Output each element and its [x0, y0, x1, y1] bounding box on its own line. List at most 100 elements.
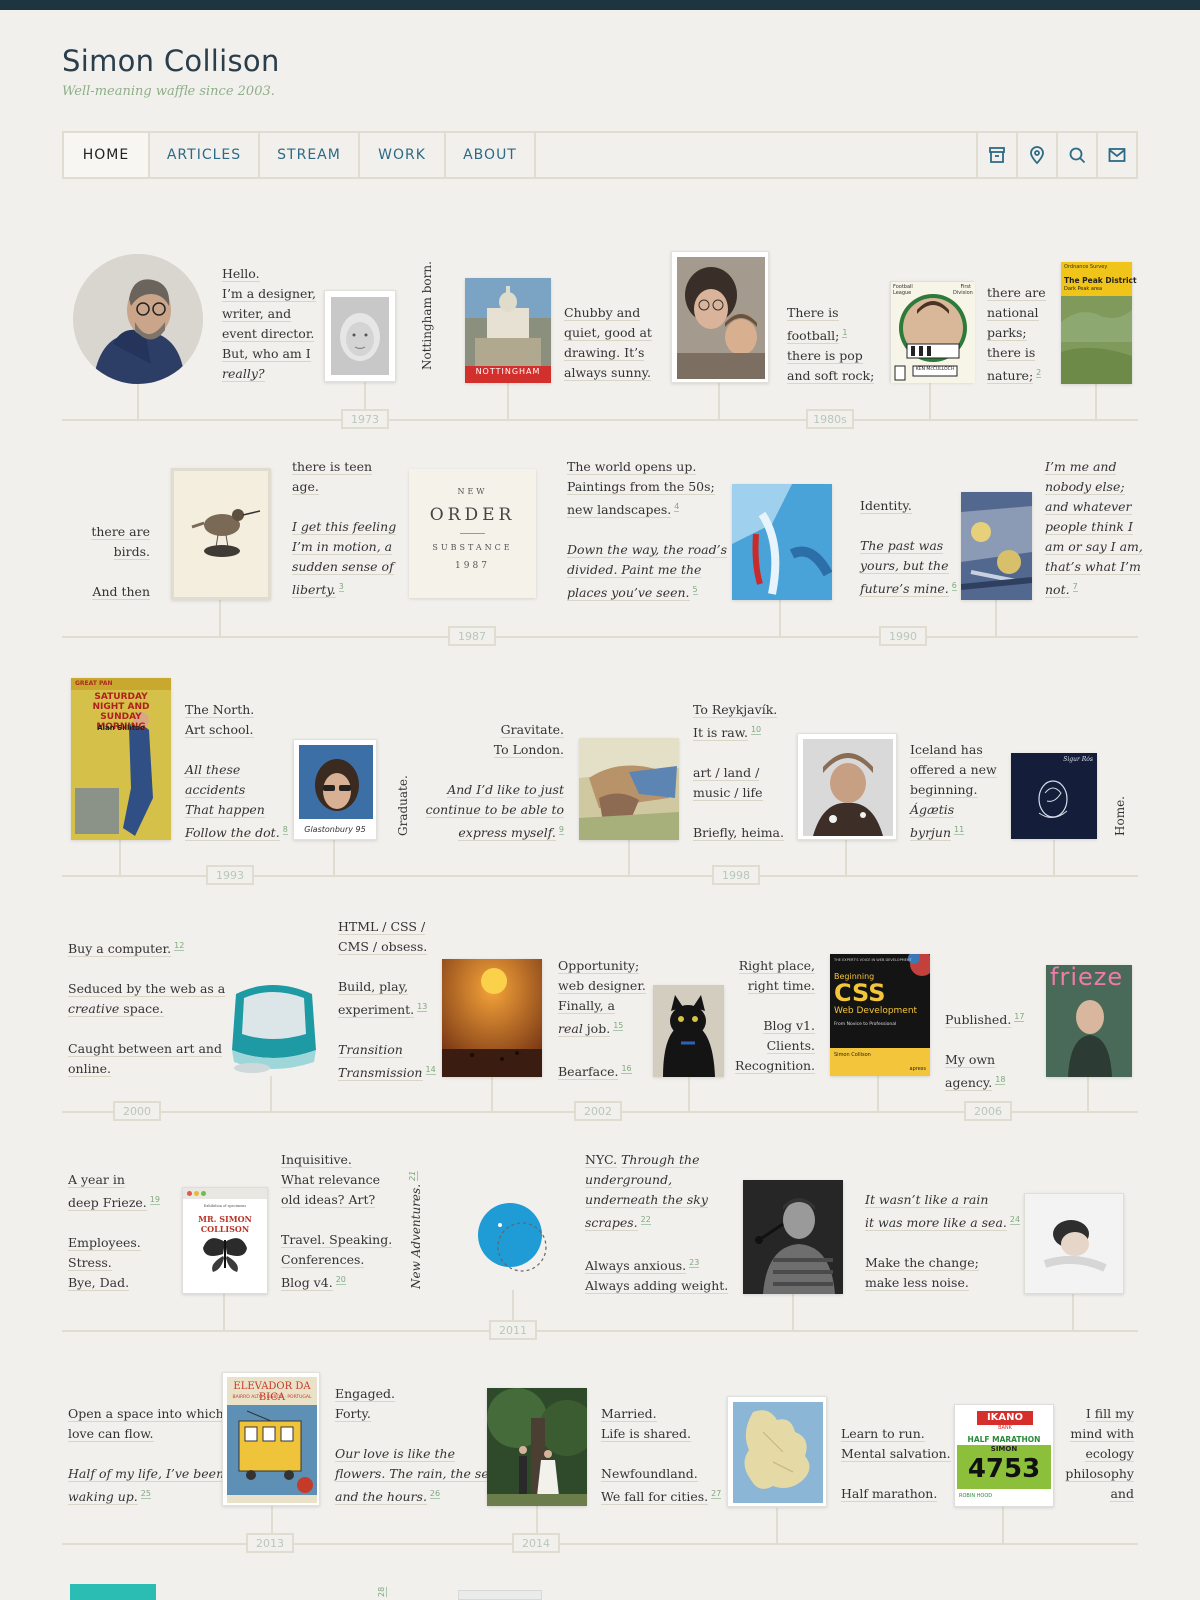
connector	[779, 600, 781, 636]
connector	[929, 382, 931, 419]
year-marker[interactable]: 1998	[712, 865, 760, 885]
footnote-link[interactable]: 25	[140, 1489, 151, 1499]
wedding-photo[interactable]	[487, 1388, 595, 1506]
footnote-link[interactable]: 10	[750, 725, 762, 735]
imac-computer[interactable]	[222, 980, 322, 1076]
footnote-link[interactable]: 24	[1009, 1215, 1021, 1225]
book-label: apress	[909, 1066, 926, 1072]
search-icon[interactable]	[1056, 133, 1096, 177]
footnote-link[interactable]: 23	[689, 1258, 700, 1269]
archive-icon[interactable]	[976, 133, 1016, 177]
new-adventures-logo[interactable]	[476, 1203, 552, 1283]
newfoundland-map[interactable]	[727, 1396, 827, 1507]
new-order-substance-cover[interactable]: NEW ORDER SUBSTANCE 1987	[409, 469, 536, 598]
footnote-link[interactable]: 27	[711, 1489, 722, 1499]
album-cover-sleeping-child[interactable]	[1024, 1193, 1124, 1294]
nav-about[interactable]: ABOUT	[446, 133, 536, 177]
css-book-cover[interactable]: THE EXPERT'S VOICE IN WEB DEVELOPMENT Be…	[830, 954, 930, 1076]
teal-image[interactable]	[70, 1584, 156, 1600]
footnote-link[interactable]: 16	[621, 1064, 632, 1075]
footnote-link[interactable]: 6	[951, 581, 957, 591]
connector	[1072, 1294, 1074, 1330]
year-marker[interactable]: 1993	[206, 865, 254, 885]
year-marker[interactable]: 2000	[113, 1101, 161, 1121]
stone-roses-cover[interactable]	[960, 492, 1033, 600]
year-marker[interactable]: 1980s	[806, 409, 854, 429]
book-cover-saturday-night[interactable]: GREAT PAN SATURDAY NIGHT AND SUNDAY MORN…	[71, 678, 171, 840]
year-marker[interactable]: 1987	[448, 626, 496, 646]
footnote-link[interactable]: 19	[149, 1195, 160, 1205]
footnote-link[interactable]: 7	[1072, 582, 1078, 592]
footnote-link[interactable]: 9	[558, 825, 564, 835]
footnote-link[interactable]: 2	[1036, 368, 1042, 378]
footnote-link[interactable]: 20	[335, 1275, 346, 1285]
footnote-link[interactable]: 3	[338, 582, 344, 592]
site-title[interactable]: Simon Collison	[62, 44, 280, 78]
site-tagline: Well-meaning waffle since 2003.	[62, 84, 275, 99]
glastonbury-polaroid[interactable]: Glastonbury 95	[293, 739, 377, 840]
year-marker[interactable]: 2011	[489, 1320, 537, 1340]
year-marker[interactable]: 2006	[964, 1101, 1012, 1121]
footnote-link[interactable]: 15	[613, 1021, 624, 1031]
footnote-link[interactable]: 12	[174, 941, 185, 951]
bib-name: SIMON	[990, 1445, 1018, 1453]
peak-district-map[interactable]: Ordnance Survey The Peak District Dark P…	[1061, 262, 1137, 384]
lisbon-tram-poster[interactable]: ELEVADOR DA BICA BAIRRO ALTO · LISBOA · …	[222, 1372, 320, 1506]
speaker-photo[interactable]	[743, 1180, 843, 1294]
nav-stream[interactable]: STREAM	[260, 133, 360, 177]
footnote-link[interactable]: 18	[995, 1075, 1006, 1086]
footnote-link-vertical[interactable]: 28	[377, 1586, 392, 1600]
footnote-link[interactable]: 4	[674, 502, 680, 512]
footnote-link[interactable]: 14	[425, 1065, 436, 1076]
text-block: Chubby and quiet, good at drawing. It’s alw…	[564, 305, 652, 381]
weather-project-photo[interactable]	[442, 959, 542, 1077]
footnote-link[interactable]: 11	[954, 825, 965, 835]
sigur-ros-album[interactable]: Sigur Rós	[1011, 753, 1097, 839]
nottingham-caption: NOTTINGHAM	[475, 367, 541, 376]
nav-work[interactable]: WORK	[360, 133, 446, 177]
frieze-magazine[interactable]: frieze	[1046, 963, 1132, 1077]
nav-articles[interactable]: ARTICLES	[150, 133, 260, 177]
year-marker[interactable]: 2013	[246, 1533, 294, 1553]
poster-label: Exhibition of specimens	[203, 1204, 247, 1208]
footnote-link[interactable]: 5	[692, 585, 698, 596]
snow-portrait-photo[interactable]	[797, 733, 897, 840]
window-dot	[187, 1191, 192, 1196]
footnote-link[interactable]: 21	[408, 1170, 418, 1181]
mail-icon[interactable]	[1096, 133, 1136, 177]
nottingham-photo[interactable]: NOTTINGHAM	[465, 278, 551, 383]
football-card[interactable]: Football League First Division KEN McCUL…	[890, 281, 975, 383]
text-block: Right place, right time. Blog v1. Clients.…	[735, 958, 815, 1074]
connector	[119, 840, 121, 875]
footnote-link[interactable]: 17	[1014, 1012, 1025, 1022]
footnote-link[interactable]: 26	[429, 1489, 441, 1499]
window-dot	[201, 1191, 206, 1196]
location-pin-icon[interactable]	[1016, 133, 1056, 177]
bib-sponsor: IKANO	[977, 1411, 1033, 1425]
landscape-painting[interactable]	[579, 738, 679, 840]
bird-print[interactable]	[171, 468, 271, 600]
footnote-link[interactable]: 8	[282, 825, 288, 835]
exhibition-poster[interactable]: Exhibition of specimens MR. SIMON COLLIS…	[182, 1187, 268, 1294]
text-block: I’m me and nobody else; and whatever people…	[1045, 459, 1143, 599]
poster-title: MR. SIMON COLLISON	[198, 1214, 252, 1234]
black-cat-photo[interactable]	[653, 985, 724, 1077]
mother-and-son-photo[interactable]	[671, 251, 769, 383]
connector	[491, 1076, 493, 1111]
abstract-painting[interactable]	[732, 484, 833, 600]
year-marker[interactable]: 2014	[512, 1533, 560, 1553]
connector	[718, 382, 720, 419]
baby-photo[interactable]	[324, 290, 396, 382]
timeline-rule	[62, 1543, 1138, 1545]
screenshot-image[interactable]	[458, 1590, 542, 1600]
poster-label: BAIRRO ALTO · LISBOA · PORTUGAL	[232, 1395, 312, 1400]
year-marker[interactable]: 1973	[341, 409, 389, 429]
footnote-link[interactable]: 1	[842, 328, 848, 338]
race-bib[interactable]: IKANO BANK HALF MARATHON SIMON 4753 ROBI…	[954, 1404, 1054, 1507]
year-marker[interactable]: 1990	[879, 626, 927, 646]
footnote-link[interactable]: 13	[417, 1002, 428, 1012]
nav-home[interactable]: HOME	[64, 133, 150, 177]
year-marker[interactable]: 2002	[574, 1101, 622, 1121]
card-label: Football League	[893, 284, 913, 296]
footnote-link[interactable]: 22	[640, 1215, 651, 1225]
